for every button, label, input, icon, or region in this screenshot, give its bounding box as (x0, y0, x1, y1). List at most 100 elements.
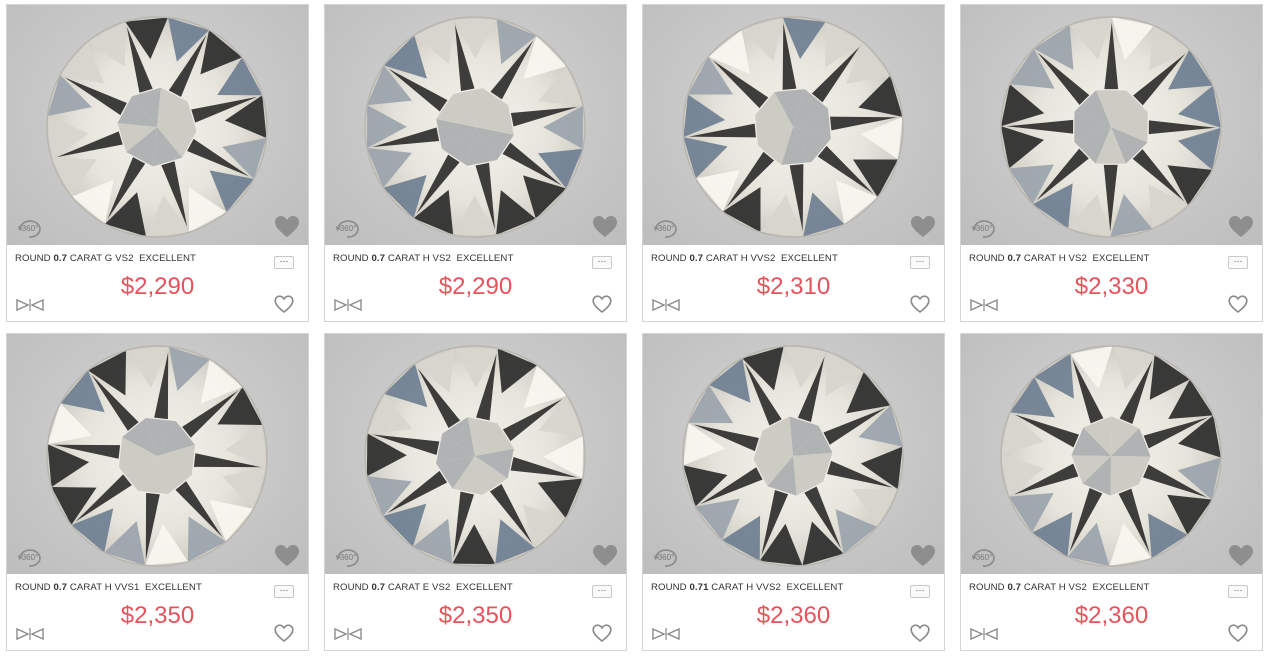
bowtie-icon (334, 627, 362, 641)
heart-outline-icon[interactable] (910, 624, 930, 643)
more-options-button[interactable]: ··· (910, 585, 930, 598)
cut-label: EXCELLENT (1092, 582, 1150, 593)
product-card[interactable]: 360° ROUND 0.7 CARAT G VS2 EXCELLENT ···… (6, 4, 309, 322)
heart-outline-icon[interactable] (592, 624, 612, 643)
more-options-button[interactable]: ··· (1228, 256, 1248, 269)
more-options-icon: ··· (279, 585, 289, 595)
product-description[interactable]: ROUND 0.7 CARAT H VS2 EXCELLENT (969, 253, 1149, 264)
more-options-button[interactable]: ··· (274, 585, 294, 598)
heart-outline-icon[interactable] (592, 295, 612, 314)
rotate-360-icon[interactable]: 360° (651, 544, 681, 570)
rotate-360-icon[interactable]: 360° (651, 215, 681, 241)
price[interactable]: $2,310 (643, 273, 944, 301)
price[interactable]: $2,360 (961, 602, 1262, 630)
product-description[interactable]: ROUND 0.7 CARAT H VS2 EXCELLENT (333, 253, 513, 264)
price[interactable]: $2,290 (7, 273, 308, 301)
heart-filled-icon[interactable] (592, 215, 618, 239)
heart-filled-icon[interactable] (274, 544, 300, 568)
carat-value: 0.7 (53, 582, 68, 593)
diamond-image (682, 16, 904, 238)
more-options-button[interactable]: ··· (1228, 585, 1248, 598)
carat-label: CARAT (705, 253, 738, 264)
heart-filled-icon[interactable] (274, 215, 300, 239)
product-grid: 360° ROUND 0.7 CARAT G VS2 EXCELLENT ···… (0, 0, 1271, 658)
view-360-label: 360° (976, 224, 993, 233)
product-photo[interactable]: 360° (643, 5, 944, 245)
price[interactable]: $2,350 (325, 602, 626, 630)
product-photo[interactable]: 360° (7, 5, 308, 245)
heart-outline-icon[interactable] (274, 624, 294, 643)
more-options-icon: ··· (279, 256, 289, 266)
price[interactable]: $2,290 (325, 273, 626, 301)
heart-outline-icon[interactable] (1228, 295, 1248, 314)
carat-label: CARAT (69, 253, 102, 264)
shape-label: ROUND (333, 582, 369, 593)
view-360-label: 360° (658, 553, 675, 562)
grade-label: H VS2 (1058, 582, 1087, 593)
rotate-360-icon[interactable]: 360° (15, 215, 45, 241)
product-description[interactable]: ROUND 0.7 CARAT H VVS2 EXCELLENT (651, 253, 838, 264)
shape-label: ROUND (969, 582, 1005, 593)
heart-filled-icon[interactable] (1228, 544, 1254, 568)
rotate-360-icon[interactable]: 360° (333, 215, 363, 241)
product-photo[interactable]: 360° (7, 334, 308, 574)
product-photo[interactable]: 360° (325, 5, 626, 245)
view-360-label: 360° (340, 224, 357, 233)
carat-value: 0.7 (1007, 582, 1022, 593)
heart-outline-icon[interactable] (274, 295, 294, 314)
price[interactable]: $2,350 (7, 602, 308, 630)
heart-filled-icon[interactable] (910, 544, 936, 568)
carat-value: 0.7 (371, 582, 386, 593)
bowtie-icon (16, 627, 44, 641)
heart-outline-icon[interactable] (1228, 624, 1248, 643)
more-options-button[interactable]: ··· (274, 256, 294, 269)
diamond-image (1000, 16, 1222, 238)
view-360-label: 360° (976, 553, 993, 562)
carat-value: 0.7 (1007, 253, 1022, 264)
more-options-icon: ··· (915, 256, 925, 266)
more-options-icon: ··· (597, 585, 607, 595)
rotate-360-icon[interactable]: 360° (969, 544, 999, 570)
more-options-button[interactable]: ··· (592, 585, 612, 598)
product-photo[interactable]: 360° (325, 334, 626, 574)
product-card[interactable]: 360° ROUND 0.7 CARAT H VVS1 EXCELLENT ··… (6, 333, 309, 651)
price[interactable]: $2,330 (961, 273, 1262, 301)
price[interactable]: $2,360 (643, 602, 944, 630)
rotate-360-icon[interactable]: 360° (333, 544, 363, 570)
diamond-image (1000, 345, 1222, 567)
shape-label: ROUND (333, 253, 369, 264)
product-description[interactable]: ROUND 0.71 CARAT H VVS2 EXCELLENT (651, 582, 843, 593)
carat-label: CARAT (387, 253, 420, 264)
grade-label: H VS2 (1058, 253, 1087, 264)
heart-filled-icon[interactable] (592, 544, 618, 568)
heart-filled-icon[interactable] (910, 215, 936, 239)
product-card[interactable]: 360° ROUND 0.7 CARAT H VS2 EXCELLENT ···… (324, 4, 627, 322)
cut-label: EXCELLENT (781, 253, 838, 264)
cut-label: EXCELLENT (456, 582, 513, 593)
product-card[interactable]: 360° ROUND 0.7 CARAT E VS2 EXCELLENT ···… (324, 333, 627, 651)
carat-value: 0.7 (53, 253, 68, 264)
product-description[interactable]: ROUND 0.7 CARAT H VVS1 EXCELLENT (15, 582, 202, 593)
product-description[interactable]: ROUND 0.7 CARAT G VS2 EXCELLENT (15, 253, 196, 264)
heart-outline-icon[interactable] (910, 295, 930, 314)
rotate-360-icon[interactable]: 360° (15, 544, 45, 570)
view-360-label: 360° (340, 553, 357, 562)
product-card[interactable]: 360° ROUND 0.71 CARAT H VVS2 EXCELLENT ·… (642, 333, 945, 651)
rotate-360-icon[interactable]: 360° (969, 215, 999, 241)
more-options-button[interactable]: ··· (592, 256, 612, 269)
product-photo[interactable]: 360° (961, 334, 1262, 574)
product-photo[interactable]: 360° (961, 5, 1262, 245)
product-photo[interactable]: 360° (643, 334, 944, 574)
product-card[interactable]: 360° ROUND 0.7 CARAT H VS2 EXCELLENT ···… (960, 333, 1263, 651)
cut-label: EXCELLENT (145, 582, 202, 593)
product-description[interactable]: ROUND 0.7 CARAT E VS2 EXCELLENT (333, 582, 513, 593)
cut-label: EXCELLENT (1092, 253, 1150, 264)
carat-label: CARAT (711, 582, 744, 593)
product-description[interactable]: ROUND 0.7 CARAT H VS2 EXCELLENT (969, 582, 1149, 593)
product-card[interactable]: 360° ROUND 0.7 CARAT H VS2 EXCELLENT ···… (960, 4, 1263, 322)
more-options-button[interactable]: ··· (910, 256, 930, 269)
heart-filled-icon[interactable] (1228, 215, 1254, 239)
carat-label: CARAT (69, 582, 102, 593)
product-card[interactable]: 360° ROUND 0.7 CARAT H VVS2 EXCELLENT ··… (642, 4, 945, 322)
carat-label: CARAT (387, 582, 420, 593)
